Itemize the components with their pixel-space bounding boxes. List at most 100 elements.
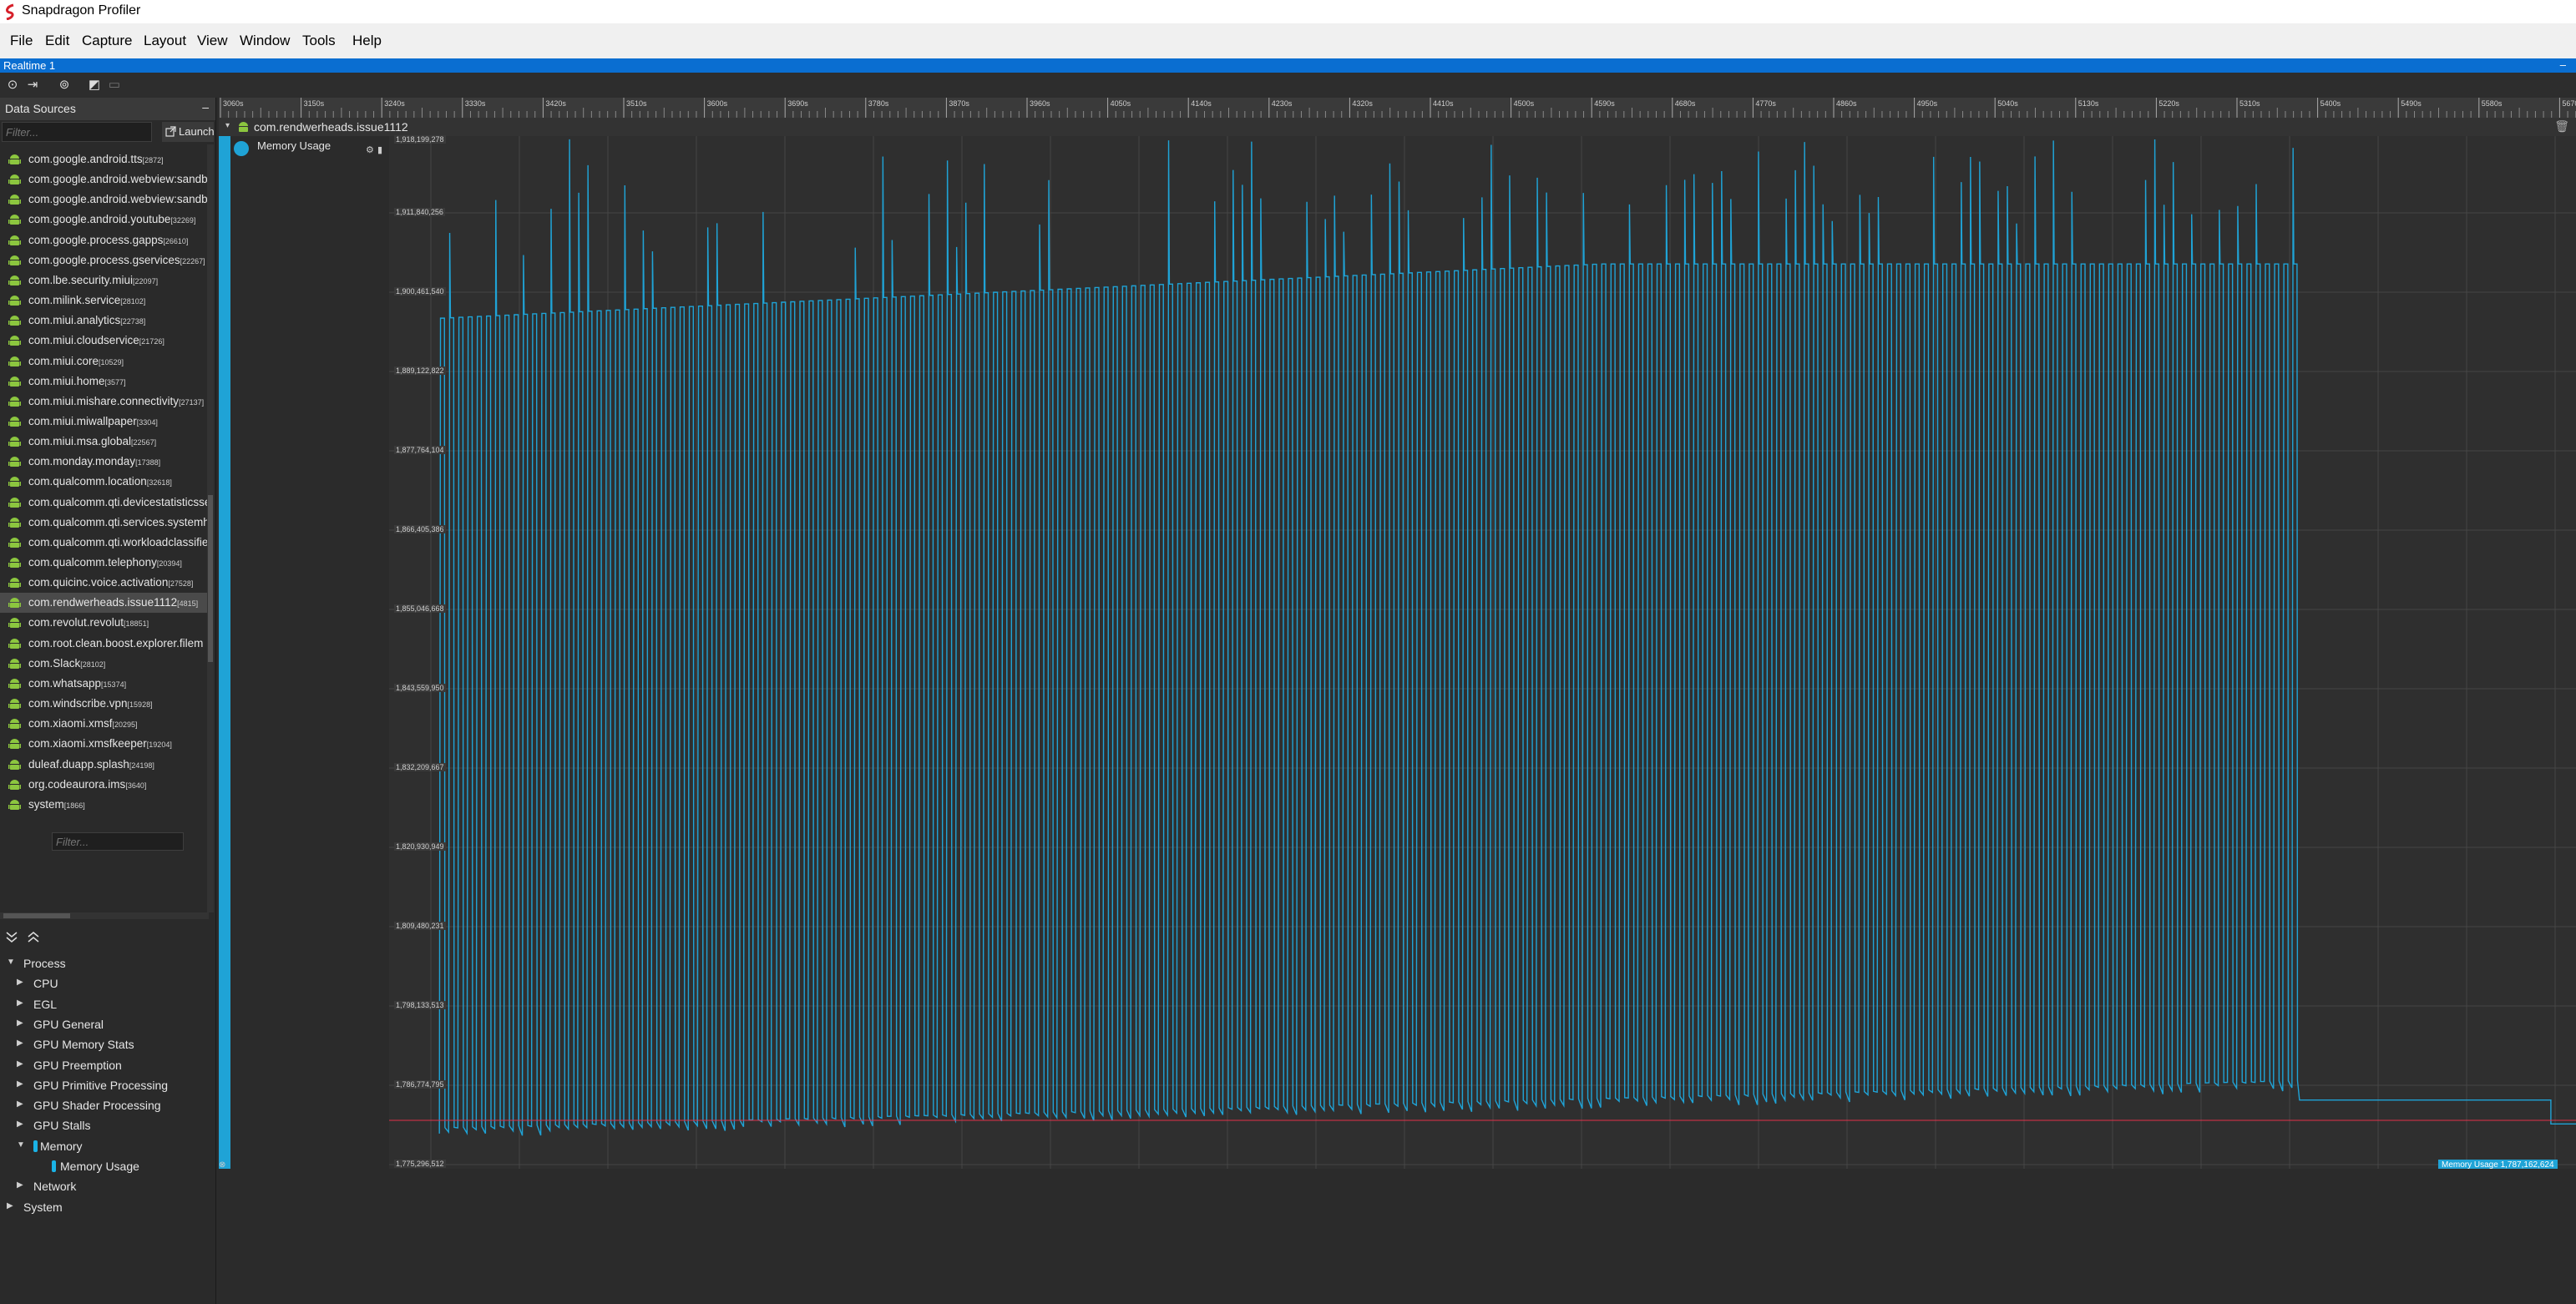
collapsed-arrow-icon[interactable]: ▶	[17, 1099, 23, 1109]
android-icon	[8, 699, 21, 710]
expanded-arrow-icon[interactable]: ▼	[17, 1140, 25, 1150]
data-source-item[interactable]: com.windscribe.vpn[15928]	[0, 694, 207, 714]
data-source-item[interactable]: com.miui.cloudservice[21726]	[0, 331, 207, 351]
metric-tree-item[interactable]: ▶ Network	[0, 1177, 215, 1197]
data-source-item[interactable]: com.qualcomm.qti.devicestatisticsse	[0, 493, 207, 513]
metric-tree-item[interactable]: Memory Usage	[0, 1157, 215, 1177]
android-icon	[8, 537, 21, 548]
metric-tree-item[interactable]: ▶ GPU Primitive Processing	[0, 1076, 215, 1096]
menu-tools[interactable]: Tools	[302, 33, 336, 49]
metric-tree-item[interactable]: ▶ GPU Shader Processing	[0, 1096, 215, 1116]
data-source-item[interactable]: com.lbe.security.miui[22097]	[0, 270, 207, 291]
data-source-item[interactable]: com.revolut.revolut[18851]	[0, 613, 207, 633]
metric-tree-item[interactable]: ▼ Process	[0, 954, 215, 974]
menu-capture[interactable]: Capture	[82, 33, 132, 49]
menu-layout[interactable]: Layout	[144, 33, 186, 49]
metrics-filter-input[interactable]	[52, 832, 184, 851]
collapse-arrow-icon[interactable]: ▾	[225, 121, 230, 130]
zoom-toggle-icon[interactable]: ⊗	[219, 1160, 225, 1170]
remove-track-icon[interactable]: ▮	[377, 144, 382, 155]
metric-tree-item[interactable]: ▼ Memory	[0, 1137, 215, 1157]
data-source-item[interactable]: com.miui.core[10529]	[0, 351, 207, 371]
data-source-item[interactable]: com.miui.mishare.connectivity[27137]	[0, 392, 207, 412]
data-source-item[interactable]: com.qualcomm.qti.services.systemh	[0, 513, 207, 533]
ruler-tick-label: 3780s	[868, 99, 889, 108]
title-bar: Snapdragon Profiler	[0, 0, 2576, 23]
launch-button[interactable]: Launch	[162, 122, 215, 142]
data-source-item[interactable]: com.google.android.youtube[32269]	[0, 210, 207, 230]
android-icon	[8, 739, 21, 750]
realtime-minimize-button[interactable]: –	[2560, 58, 2566, 71]
data-source-item[interactable]: com.miui.home[3577]	[0, 371, 207, 392]
data-sources-filter-input[interactable]	[2, 122, 152, 142]
ruler-tick-label: 4140s	[1191, 99, 1212, 108]
collapsed-arrow-icon[interactable]: ▶	[17, 1079, 23, 1089]
collapsed-arrow-icon[interactable]: ▶	[17, 998, 23, 1008]
data-source-item[interactable]: com.google.android.tts[2872]	[0, 149, 207, 169]
data-source-item[interactable]: com.xiaomi.xmsfkeeper[19204]	[0, 734, 207, 754]
data-source-item[interactable]: com.xiaomi.xmsf[20295]	[0, 714, 207, 734]
data-source-pid: [21726]	[139, 337, 164, 346]
snapshot-icon[interactable]: ◩	[87, 78, 102, 93]
data-source-item[interactable]: com.monday.monday[17388]	[0, 452, 207, 472]
data-source-item[interactable]: com.milink.service[28102]	[0, 291, 207, 311]
ruler-tick-label: 4680s	[1674, 99, 1696, 108]
metric-tree-item[interactable]: ▶ EGL	[0, 995, 215, 1015]
data-source-item[interactable]: duleaf.duapp.splash[24198]	[0, 755, 207, 775]
collapsed-arrow-icon[interactable]: ▶	[17, 978, 23, 987]
data-source-item[interactable]: com.qualcomm.location[32618]	[0, 472, 207, 492]
menu-view[interactable]: View	[197, 33, 228, 49]
data-source-item[interactable]: com.rendwerheads.issue1112[4815]	[0, 593, 207, 614]
import-icon[interactable]: ⇥	[25, 78, 40, 93]
delete-icon[interactable]: 🗑	[2554, 119, 2569, 134]
data-source-item[interactable]: system[1866]	[0, 795, 207, 815]
data-sources-vertical-scrollbar[interactable]	[207, 144, 214, 912]
y-axis-label: 1,918,199,278	[394, 135, 446, 144]
record-icon[interactable]: ⊚	[57, 78, 72, 93]
data-source-item[interactable]: com.Slack[28102]	[0, 654, 207, 674]
metric-tree-item[interactable]: ▶ System	[0, 1198, 215, 1218]
data-source-item[interactable]: com.whatsapp[15374]	[0, 674, 207, 694]
memory-usage-graph[interactable]	[389, 136, 2576, 1245]
collapsed-arrow-icon[interactable]: ▶	[17, 1039, 23, 1048]
settings-icon[interactable]: ⚙	[366, 144, 374, 155]
metric-tree-item[interactable]: ▶ GPU Preemption	[0, 1056, 215, 1076]
collapsed-arrow-icon[interactable]: ▶	[7, 1201, 13, 1210]
connect-icon[interactable]: ⊙	[5, 78, 20, 93]
data-source-item[interactable]: com.root.clean.boost.explorer.filem	[0, 634, 207, 654]
process-header[interactable]: ▾ com.rendwerheads.issue1112 🗑	[219, 118, 2576, 136]
metric-tree-item[interactable]: ▶ CPU	[0, 974, 215, 994]
expanded-arrow-icon[interactable]: ▼	[7, 958, 15, 967]
data-source-item[interactable]: com.qualcomm.telephony[20394]	[0, 553, 207, 573]
data-source-item[interactable]: com.google.android.webview:sandb	[0, 169, 207, 190]
menu-file[interactable]: File	[10, 33, 33, 49]
collapsed-arrow-icon[interactable]: ▶	[17, 1059, 23, 1069]
collapsed-arrow-icon[interactable]: ▶	[17, 1018, 23, 1028]
data-source-item[interactable]: com.miui.analytics[22738]	[0, 311, 207, 331]
realtime-tab-bar[interactable]: Realtime 1 –	[0, 58, 2576, 73]
ruler-tick-label: 4590s	[1594, 99, 1615, 108]
menu-help[interactable]: Help	[352, 33, 382, 49]
collapsed-arrow-icon[interactable]: ▶	[17, 1120, 23, 1129]
data-source-item[interactable]: com.qualcomm.qti.workloadclassifie	[0, 533, 207, 553]
data-source-item[interactable]: com.google.process.gservices[22267]	[0, 250, 207, 270]
data-source-item[interactable]: com.miui.miwallpaper[3304]	[0, 412, 207, 432]
ruler-tick-label: 3420s	[545, 99, 566, 108]
export-icon[interactable]: ▭	[107, 78, 122, 93]
menu-edit[interactable]: Edit	[45, 33, 69, 49]
scrollbar-thumb[interactable]	[208, 495, 213, 662]
data-source-item[interactable]: com.google.android.webview:sandb	[0, 190, 207, 210]
metric-tree-item[interactable]: ▶ GPU General	[0, 1015, 215, 1035]
data-source-item[interactable]: com.google.process.gapps[26610]	[0, 230, 207, 250]
collapsed-arrow-icon[interactable]: ▶	[17, 1180, 23, 1190]
data-source-item[interactable]: com.quicinc.voice.activation[27528]	[0, 573, 207, 593]
data-source-item[interactable]: org.codeaurora.ims[3640]	[0, 775, 207, 795]
y-axis-label: 1,877,764,104	[394, 446, 446, 454]
data-source-pid: [28102]	[120, 297, 146, 306]
track-color-swatch[interactable]	[234, 141, 249, 156]
data-source-item[interactable]: com.miui.msa.global[22567]	[0, 432, 207, 452]
data-sources-minimize-button[interactable]: –	[202, 100, 209, 114]
metric-tree-item[interactable]: ▶ GPU Stalls	[0, 1116, 215, 1136]
metric-tree-item[interactable]: ▶ GPU Memory Stats	[0, 1035, 215, 1055]
menu-window[interactable]: Window	[240, 33, 290, 49]
